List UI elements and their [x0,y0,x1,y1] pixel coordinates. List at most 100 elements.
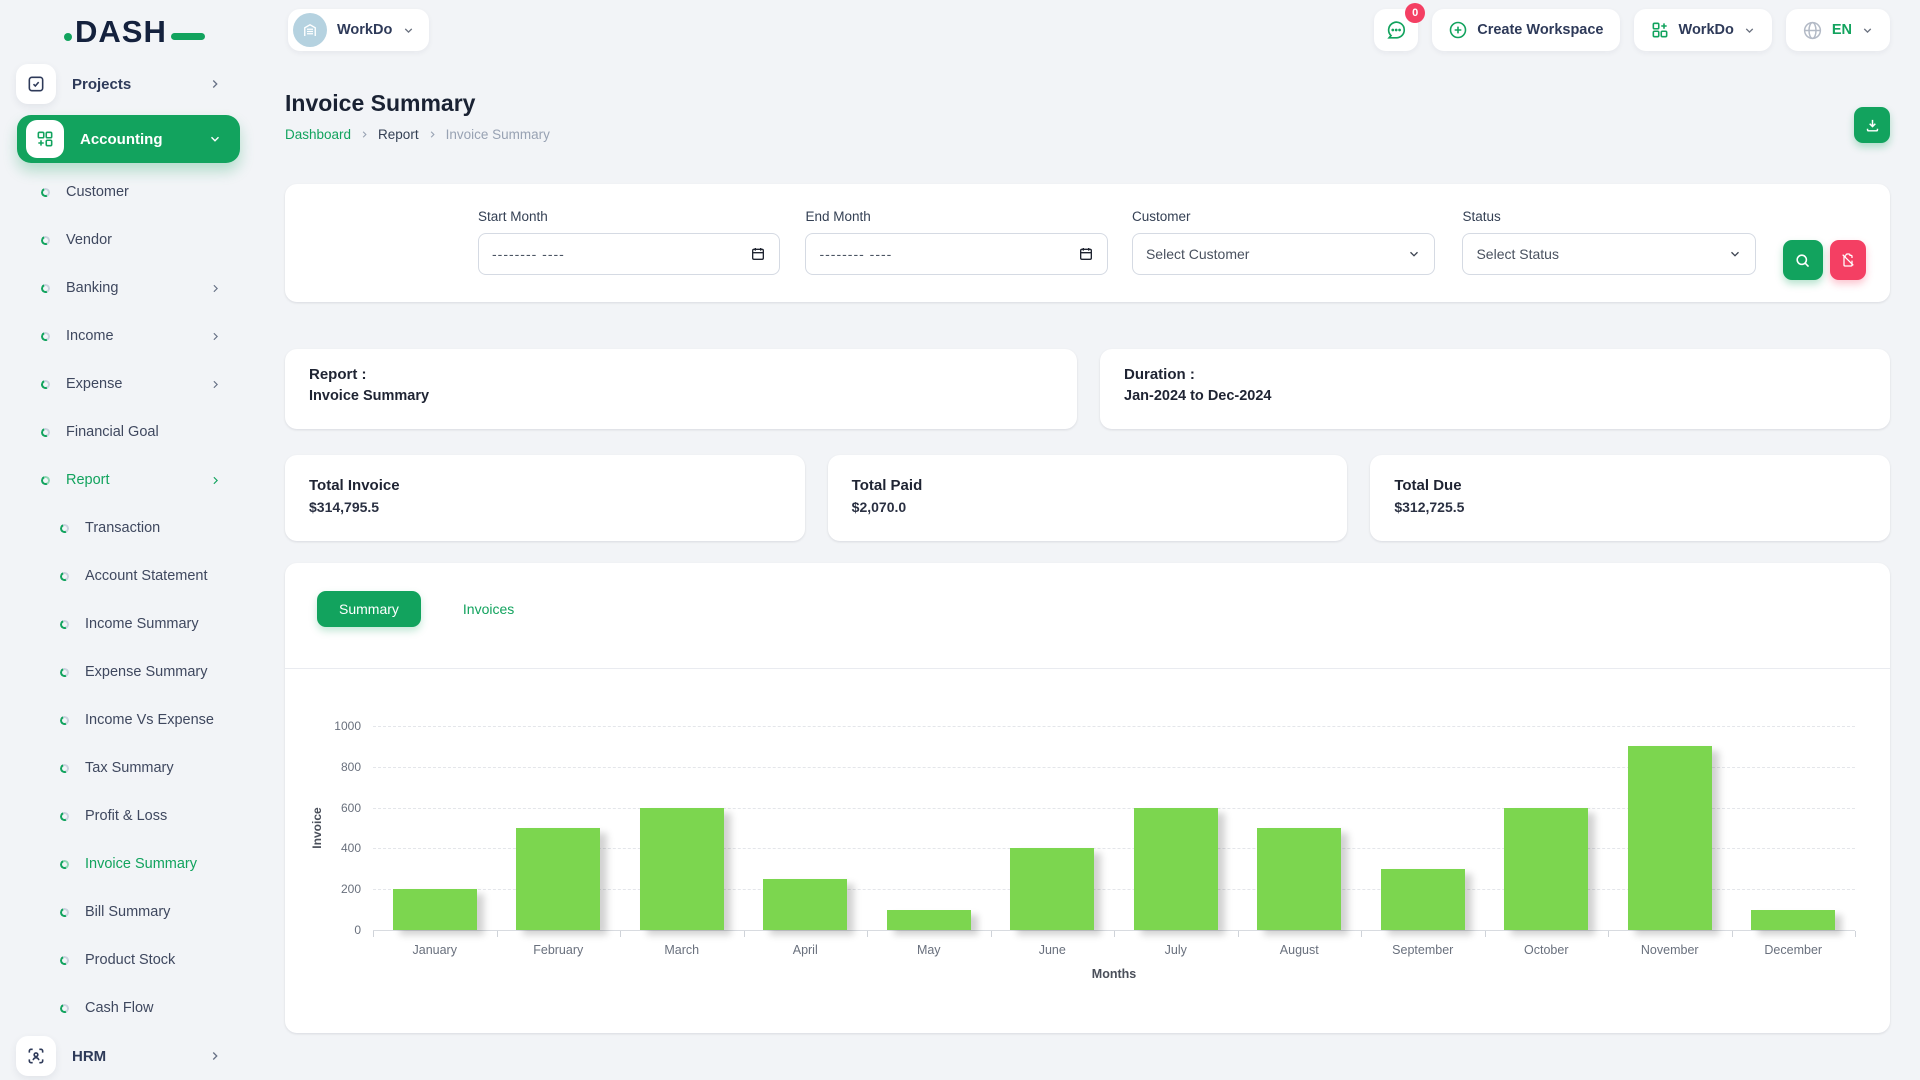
clipboard-off-icon [1840,252,1856,268]
filter-actions [1783,240,1866,302]
chevron-right-icon [208,1049,222,1063]
sidebar-item-expense-summary[interactable]: Expense Summary [0,648,262,696]
bar-march [640,808,724,930]
sidebar-item-banking[interactable]: Banking [0,264,262,312]
breadcrumb: Dashboard Report Invoice Summary [285,127,1890,142]
sidebar-item-expense[interactable]: Expense [0,360,262,408]
sidebar-item-accounting[interactable]: Accounting [17,115,240,163]
y-axis-tick: 400 [305,841,361,855]
sidebar-item-transaction[interactable]: Transaction [0,504,262,552]
reset-filter-button[interactable] [1830,240,1866,280]
breadcrumb-report[interactable]: Report [378,127,419,142]
calendar-icon [1078,246,1094,262]
total-due-card: Total Due $312,725.5 [1370,455,1890,541]
total-paid-value: $2,070.0 [852,499,1324,515]
x-axis-tick: August [1238,943,1362,957]
sidebar-item-cash-flow[interactable]: Cash Flow [0,984,262,1032]
logo-dot-icon [64,33,72,41]
bullet-icon [59,570,71,582]
total-invoice-value: $314,795.5 [309,499,781,515]
sidebar-item-projects[interactable]: Projects [0,60,262,108]
bullet-icon [59,618,71,630]
create-workspace-button[interactable]: Create Workspace [1432,9,1619,51]
sidebar-item-profit-loss[interactable]: Profit & Loss [0,792,262,840]
bullet-icon [40,234,52,246]
sidebar-item-customer[interactable]: Customer [0,168,262,216]
x-axis-tick: December [1732,943,1856,957]
sidebar-item-income-summary[interactable]: Income Summary [0,600,262,648]
breadcrumb-dashboard[interactable]: Dashboard [285,127,351,142]
sidebar-item-tax-summary[interactable]: Tax Summary [0,744,262,792]
status-label: Status [1462,209,1756,224]
total-paid-label: Total Paid [852,477,1324,494]
start-month-input[interactable]: -------- ---- [478,233,780,275]
bullet-icon [40,282,52,294]
chevron-down-icon [402,24,415,37]
workspace-menu-button[interactable]: WorkDo [1634,9,1772,51]
building-icon [301,21,319,39]
sidebar-item-invoice-summary[interactable]: Invoice Summary [0,840,262,888]
sidebar-item-account-statement[interactable]: Account Statement [0,552,262,600]
y-axis-tick: 800 [305,760,361,774]
sidebar-item-bill-summary[interactable]: Bill Summary [0,888,262,936]
notifications-button[interactable]: 0 [1374,9,1418,51]
chat-bubble-icon [1385,19,1407,41]
bullet-icon [59,666,71,678]
bullet-icon [59,906,71,918]
notification-badge: 0 [1405,3,1425,23]
globe-icon [1802,20,1823,41]
start-month-label: Start Month [478,209,780,224]
plus-circle-icon [1448,20,1468,40]
bullet-icon [40,426,52,438]
sidebar-item-report[interactable]: Report [0,456,262,504]
sidebar-item-label: Projects [72,76,131,93]
totals-row: Total Invoice $314,795.5 Total Paid $2,0… [285,455,1890,541]
bullet-icon [59,762,71,774]
bar-november [1628,746,1712,930]
x-axis-tick: September [1361,943,1485,957]
chevron-right-icon [209,330,222,343]
boundary-tick [620,931,621,937]
bar-august [1257,828,1341,930]
sidebar-item-financial-goal[interactable]: Financial Goal [0,408,262,456]
total-due-label: Total Due [1394,477,1866,494]
chevron-down-icon [1728,247,1742,261]
end-month-label: End Month [805,209,1107,224]
bar-december [1751,910,1835,930]
bar-may [887,910,971,930]
end-month-input[interactable]: -------- ---- [805,233,1107,275]
breadcrumb-current: Invoice Summary [446,127,550,142]
boundary-tick [1114,931,1115,937]
bullet-icon [59,1002,71,1014]
grid-plus-icon [1650,20,1670,40]
x-axis-tick: November [1608,943,1732,957]
projects-checkbox-icon [16,64,56,104]
sidebar-item-hrm[interactable]: HRM [0,1032,262,1080]
sidebar-item-product-stock[interactable]: Product Stock [0,936,262,984]
status-select[interactable]: Select Status [1462,233,1756,275]
accounting-grid-icon [26,120,64,158]
language-selector[interactable]: EN [1786,9,1890,51]
chevron-right-icon [208,77,222,91]
bar-june [1010,848,1094,930]
search-button[interactable] [1783,240,1823,280]
download-button[interactable] [1854,107,1890,143]
sidebar-item-vendor[interactable]: Vendor [0,216,262,264]
calendar-icon [750,246,766,262]
duration-info-card: Duration : Jan-2024 to Dec-2024 [1100,349,1890,429]
workspace-selector[interactable]: WorkDo [288,9,429,51]
sidebar-item-income-vs-expense[interactable]: Income Vs Expense [0,696,262,744]
total-due-value: $312,725.5 [1394,499,1866,515]
dash-logo[interactable]: DASH [64,14,205,50]
bullet-icon [40,378,52,390]
logo-text: DASH [75,14,167,50]
chevron-down-icon [1861,24,1874,37]
x-axis-tick: May [867,943,991,957]
customer-select[interactable]: Select Customer [1132,233,1435,275]
y-axis-tick: 1000 [305,719,361,733]
boundary-tick [1238,931,1239,937]
logo-dash-icon [171,33,205,40]
x-axis-tick: January [373,943,497,957]
x-axis-tick: June [991,943,1115,957]
sidebar-item-income[interactable]: Income [0,312,262,360]
